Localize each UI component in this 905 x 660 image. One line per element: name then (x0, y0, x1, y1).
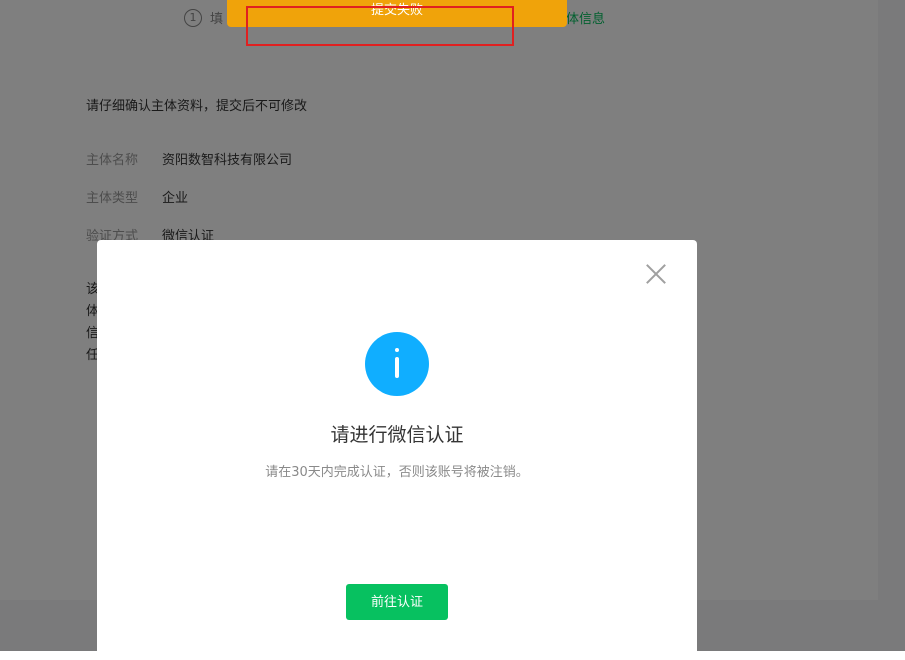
highlight-box (246, 6, 514, 46)
dialog-subtitle: 请在30天内完成认证，否则该账号将被注销。 (265, 465, 529, 480)
go-verify-button[interactable]: 前往认证 (346, 584, 448, 620)
close-icon[interactable] (643, 262, 669, 288)
dialog-title: 请进行微信认证 (330, 424, 464, 446)
info-icon (365, 332, 429, 396)
verification-dialog: 请进行微信认证 请在30天内完成认证，否则该账号将被注销。 前往认证 (97, 240, 697, 660)
